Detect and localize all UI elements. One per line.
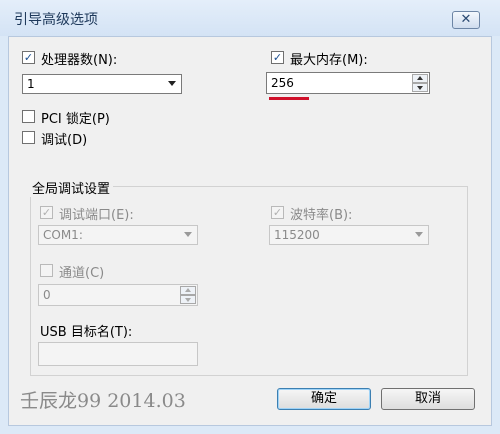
highlight-underline bbox=[269, 97, 309, 100]
processors-checkbox[interactable]: ✓ bbox=[22, 51, 35, 64]
global-debug-legend: 全局调试设置 bbox=[29, 178, 114, 197]
watermark-text: 壬辰龙99 2014.03 bbox=[20, 390, 186, 412]
baud-rate-select[interactable]: 115200 bbox=[269, 225, 429, 245]
usb-target-input[interactable] bbox=[38, 342, 198, 366]
max-memory-stepper[interactable]: 256 bbox=[266, 72, 430, 94]
processors-label: 处理器数(N): bbox=[41, 53, 118, 68]
max-memory-value: 256 bbox=[271, 76, 294, 90]
pci-lock-label: PCI 锁定(P) bbox=[41, 112, 110, 127]
chevron-down-icon bbox=[168, 81, 176, 86]
max-memory-label: 最大内存(M): bbox=[290, 53, 368, 68]
baud-rate-value: 115200 bbox=[274, 228, 320, 242]
channel-value: 0 bbox=[43, 288, 51, 302]
channel-label: 通道(C) bbox=[59, 266, 105, 281]
debug-port-value: COM1: bbox=[43, 228, 83, 242]
arrow-up-icon bbox=[185, 288, 191, 292]
channel-checkbox[interactable] bbox=[40, 264, 53, 277]
stepper-up-button[interactable] bbox=[412, 74, 428, 83]
debug-port-checkbox[interactable]: ✓ bbox=[40, 206, 53, 219]
processors-select[interactable]: 1 bbox=[22, 74, 182, 94]
max-memory-checkbox[interactable]: ✓ bbox=[271, 51, 284, 64]
debug-port-select[interactable]: COM1: bbox=[38, 225, 198, 245]
chevron-down-icon bbox=[415, 232, 423, 237]
processors-value: 1 bbox=[27, 77, 35, 91]
chevron-down-icon bbox=[184, 232, 192, 237]
stepper-up-button[interactable] bbox=[180, 286, 196, 295]
close-button[interactable]: ✕ bbox=[452, 11, 480, 29]
stepper-down-button[interactable] bbox=[412, 83, 428, 92]
arrow-up-icon bbox=[417, 76, 423, 80]
arrow-down-icon bbox=[185, 298, 191, 302]
debug-label: 调试(D) bbox=[41, 133, 88, 148]
debug-checkbox[interactable] bbox=[22, 131, 35, 144]
ok-button[interactable]: 确定 bbox=[277, 388, 371, 410]
cancel-button[interactable]: 取消 bbox=[381, 388, 475, 410]
window-title: 引导高级选项 bbox=[14, 12, 98, 28]
stepper-down-button[interactable] bbox=[180, 295, 196, 304]
channel-stepper[interactable]: 0 bbox=[38, 284, 198, 306]
baud-rate-checkbox[interactable]: ✓ bbox=[271, 206, 284, 219]
usb-target-label: USB 目标名(T): bbox=[40, 325, 133, 340]
debug-port-label: 调试端口(E): bbox=[59, 208, 134, 223]
pci-lock-checkbox[interactable] bbox=[22, 110, 35, 123]
baud-rate-label: 波特率(B): bbox=[290, 208, 353, 223]
arrow-down-icon bbox=[417, 86, 423, 90]
